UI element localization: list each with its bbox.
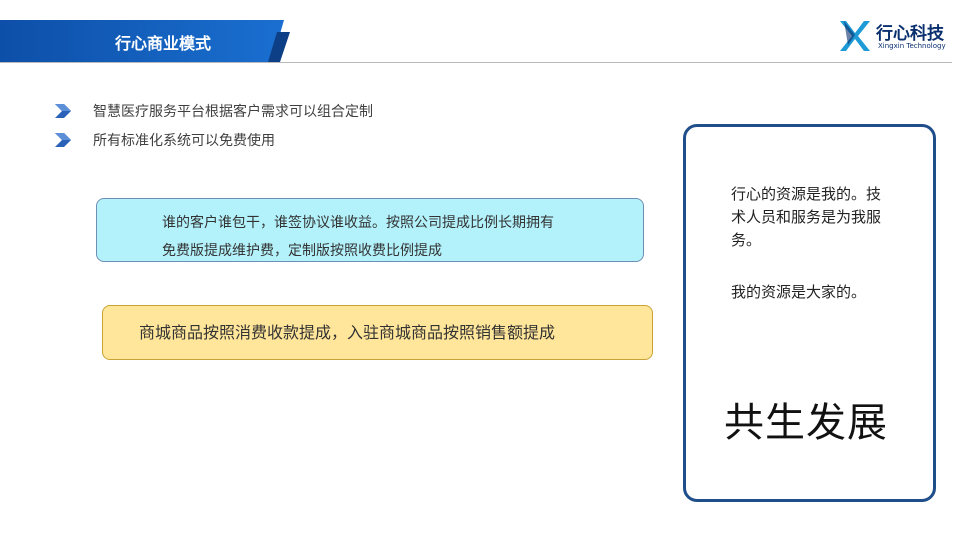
page-title: 行心商业模式 bbox=[115, 34, 212, 53]
slogan: 共生发展 bbox=[724, 400, 888, 446]
mall-commission-box: 商城商品按照消费收款提成，入驻商城商品按照销售额提成 bbox=[102, 305, 653, 360]
resource-paragraph-2: 我的资源是大家的。 bbox=[731, 283, 867, 301]
resource-paragraph-1: 行心的资源是我的。技术人员和服务是为我服务。 bbox=[731, 185, 882, 249]
commission-line-2: 免费版提成维护费，定制版按照收费比例提成 bbox=[162, 243, 442, 259]
chevron-right-icon bbox=[55, 104, 71, 118]
company-logo: 行心科技 Xingxin Technology bbox=[838, 17, 953, 57]
bullet-text: 所有标准化系统可以免费使用 bbox=[93, 133, 275, 149]
logo-name-cn: 行心科技 bbox=[876, 24, 944, 44]
commission-info-box: 谁的客户谁包干，谁签协议谁收益。按照公司提成比例长期拥有 免费版提成维护费，定制… bbox=[96, 198, 644, 262]
title-banner: 行心商业模式 bbox=[0, 20, 290, 62]
header-divider bbox=[0, 62, 952, 63]
resource-panel: 行心的资源是我的。技术人员和服务是为我服务。 我的资源是大家的。 共生发展 bbox=[683, 124, 936, 502]
logo-name-en: Xingxin Technology bbox=[878, 42, 946, 50]
mall-commission-text: 商城商品按照消费收款提成，入驻商城商品按照销售额提成 bbox=[139, 323, 556, 342]
bullet-item: 所有标准化系统可以免费使用 bbox=[55, 131, 455, 151]
chevron-right-icon bbox=[55, 133, 71, 147]
commission-line-1: 谁的客户谁包干，谁签协议谁收益。按照公司提成比例长期拥有 bbox=[162, 215, 554, 231]
bullet-item: 智慧医疗服务平台根据客户需求可以组合定制 bbox=[55, 102, 455, 122]
logo-mark-icon bbox=[840, 21, 870, 51]
bullet-text: 智慧医疗服务平台根据客户需求可以组合定制 bbox=[93, 104, 373, 120]
